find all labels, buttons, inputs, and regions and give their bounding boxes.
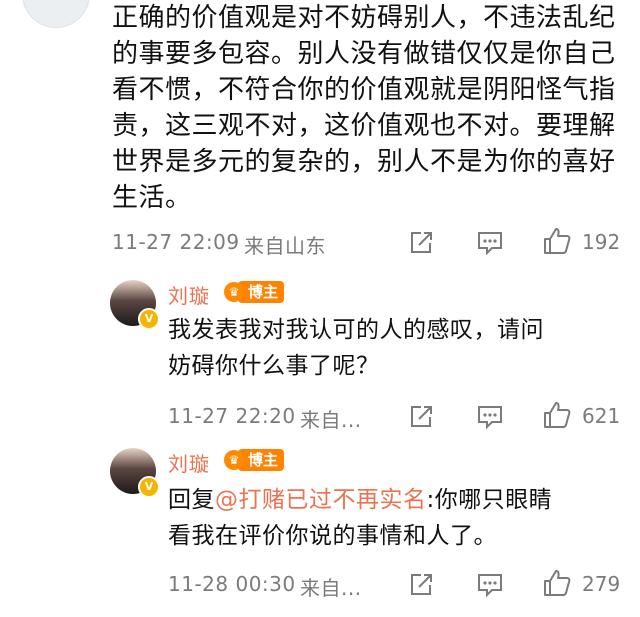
reply-meta-row: 11-27 22:20 来自... 621	[0, 398, 640, 434]
share-icon[interactable]	[408, 230, 434, 256]
author-badge: ♛ 博主	[224, 280, 285, 304]
verified-v-icon: V	[138, 308, 160, 330]
reply-time: 11-28 00:30	[168, 572, 296, 596]
share-icon[interactable]	[408, 404, 434, 430]
comment-icon[interactable]	[476, 404, 504, 430]
author-badge: ♛ 博主	[224, 448, 285, 472]
thumbs-up-icon[interactable]	[542, 226, 572, 256]
like-count: 192	[582, 230, 621, 254]
reply-meta-row: 11-28 00:30 来自... 279	[0, 566, 640, 602]
mention-link[interactable]: @打赌已过不再实名	[215, 487, 427, 513]
comment-time: 11-27 22:09	[112, 230, 240, 254]
reply-location: 来自...	[300, 408, 362, 432]
commenter-avatar[interactable]	[22, 0, 90, 28]
reply-author-name[interactable]: 刘璇	[168, 448, 210, 477]
crown-icon: ♛	[224, 282, 244, 302]
comment-icon[interactable]	[476, 572, 504, 598]
reply-author-name[interactable]: 刘璇	[168, 280, 210, 309]
comment-text: 正确的价值观是对不妨碍别人，不违法乱纪 的事要多包容。别人没有做错仅仅是你自己 …	[112, 3, 616, 213]
comment-location: 来自山东	[244, 234, 326, 258]
badge-label: 博主	[238, 281, 285, 303]
crown-icon: ♛	[224, 450, 244, 470]
badge-label: 博主	[238, 449, 285, 471]
avatar[interactable]: V	[110, 280, 160, 330]
reply-text: 我发表我对我认可的人的感叹，请问 妨碍你什么事了呢？	[168, 317, 544, 379]
like-count: 621	[582, 404, 621, 428]
reply-time: 11-27 22:20	[168, 404, 296, 428]
verified-v-icon: V	[138, 476, 160, 498]
thumbs-up-icon[interactable]	[542, 568, 572, 598]
avatar[interactable]: V	[110, 448, 160, 498]
reply-location: 来自...	[300, 576, 362, 600]
comment-icon[interactable]	[476, 230, 504, 256]
comment-meta-row: 11-27 22:09 来自山东 192	[0, 224, 640, 260]
reply-prefix: 回复	[168, 487, 215, 513]
thumbs-up-icon[interactable]	[542, 400, 572, 430]
like-count: 279	[582, 572, 621, 596]
share-icon[interactable]	[408, 572, 434, 598]
reply-text: 回复@打赌已过不再实名:你哪只眼睛 看我在评价你说的事情和人了。	[168, 482, 628, 554]
